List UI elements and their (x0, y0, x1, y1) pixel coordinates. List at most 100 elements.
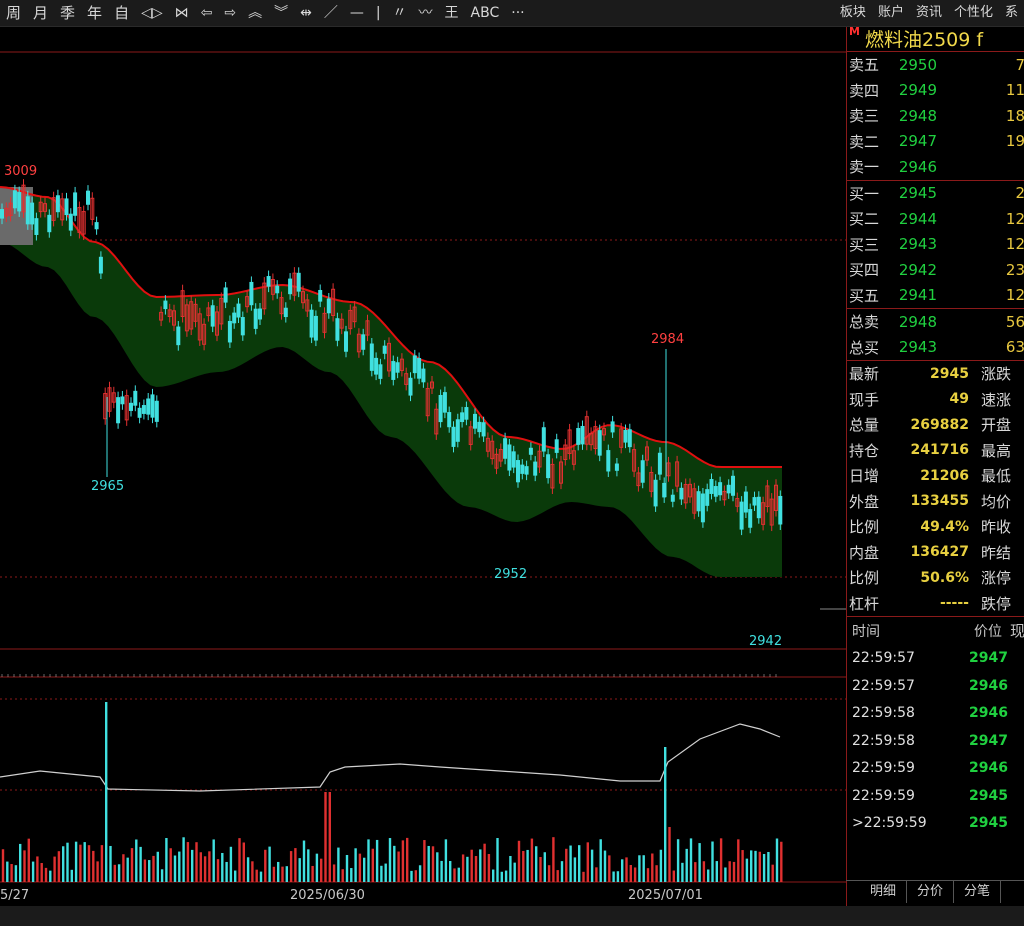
toolbar-item-1[interactable]: 月 (27, 0, 54, 26)
volume-bar (289, 851, 293, 882)
toolbar-item-3[interactable]: 年 (81, 0, 108, 26)
volume-bar (436, 852, 439, 882)
stat-value: ----- (939, 595, 969, 612)
book-volume: 23 (1005, 260, 1024, 279)
volume-bar (758, 851, 761, 882)
toolbar-item-6[interactable]: ⋈ (169, 0, 195, 26)
stat-value: 2945 (930, 365, 969, 382)
price-label-high: 3009 (4, 164, 37, 179)
menu-item-0[interactable]: 板块 (834, 0, 872, 26)
stat-label-right: 昨结 (981, 543, 1012, 562)
tab-0[interactable]: 明细 (846, 881, 908, 903)
price-label-low: 2965 (91, 479, 124, 494)
toolbar-item-2[interactable]: 季 (54, 0, 81, 26)
toolbar-item-4[interactable]: 自 (108, 0, 135, 26)
volume-bar (767, 851, 770, 882)
stat-value: 21206 (920, 467, 969, 484)
candle-body (73, 192, 78, 216)
candle-body (442, 392, 447, 413)
toolbar-item-5[interactable]: ◁▷ (135, 0, 169, 26)
volume-bar (139, 846, 142, 882)
toolbar-item-14[interactable]: | (370, 0, 387, 26)
stat-label-right: 最低 (981, 467, 1012, 486)
candle-body (597, 430, 602, 456)
toolbar-item-13[interactable]: — (344, 0, 370, 26)
toolbar-item-0[interactable]: 周 (0, 0, 27, 26)
toolbar-item-15[interactable]: 〃 (387, 0, 413, 26)
book-volume: 2 (1015, 184, 1024, 203)
candle-body (296, 272, 301, 292)
candle-body (756, 496, 761, 519)
toolbar-item-12[interactable]: ／ (318, 0, 344, 26)
toolbar-item-18[interactable]: ABC (465, 0, 506, 26)
candle-body (778, 495, 783, 525)
volume-bar (737, 839, 740, 882)
tick-price: 2947 (969, 732, 1008, 749)
candle-body (610, 421, 615, 433)
tab-2[interactable]: 分笔 (954, 881, 1002, 903)
menu-item-4[interactable]: 系 (999, 0, 1024, 26)
tick-price: 2946 (969, 760, 1008, 777)
volume-bar (603, 850, 607, 882)
volume-bar (625, 857, 628, 882)
candle-body (98, 256, 103, 274)
volume-bar (358, 853, 362, 882)
volume-bar (117, 864, 121, 882)
toolbar: 周月季年自 ◁▷ ⋈ ⇦ ⇨ ︽ ︾ ⇹ ／ — | 〃〰王 ABC ··· 板块 账户 资讯 个性化系 (0, 0, 1024, 27)
candle-body (391, 361, 396, 380)
chart-area[interactable]: 3009 2965 2984 2952 2942 5/27 2025/06/30 2025/0… (0, 27, 846, 907)
toolbar-item-10[interactable]: ︾ (268, 0, 294, 26)
tick-time: 22:59:58 (852, 705, 915, 722)
volume-bar (152, 855, 155, 882)
volume-bar (311, 865, 314, 882)
candle-body (283, 307, 288, 318)
tab-1[interactable]: 分价 (907, 881, 955, 903)
toolbar-item-16[interactable]: 〰 (413, 0, 439, 26)
book-volume: 12 (1005, 209, 1024, 228)
menu-item-1[interactable]: 账户 (872, 0, 910, 26)
toolbar-item-19[interactable]: ··· (505, 0, 530, 26)
volume-bar (492, 869, 495, 882)
panel-tabs: 明细 分价 分笔 (846, 880, 1024, 903)
toolbar-item-8[interactable]: ⇨ (218, 0, 242, 26)
toolbar-item-7[interactable]: ⇦ (195, 0, 219, 26)
candle-body (464, 407, 469, 420)
volume-bar (401, 840, 405, 882)
volume-bar (560, 861, 564, 882)
volume-bar (694, 862, 697, 882)
volume-bar (165, 838, 168, 882)
bid-book: 买一 2945 2 买二 2944 12 买三 2943 12 买四 2942 23 买五 2941 12 (847, 179, 1024, 309)
volume-bar (160, 869, 164, 882)
candle-body (473, 413, 477, 429)
volume-bar (578, 845, 581, 882)
volume-bar (6, 861, 9, 882)
candle-body (240, 317, 245, 336)
candle-body (670, 494, 675, 502)
volume-bar (255, 869, 258, 882)
volume-bar (530, 838, 534, 882)
menu-item-3[interactable]: 个性化 (948, 0, 999, 26)
book-price: 2947 (898, 132, 937, 151)
book-price: 2941 (898, 286, 937, 305)
volume-bar (711, 841, 714, 882)
candle-body (361, 334, 366, 350)
candle-body (511, 451, 516, 468)
book-price: 2948 (898, 312, 937, 331)
kline-chart[interactable]: 3009 2965 2984 2952 2942 5/27 2025/06/30 2025/0… (0, 27, 846, 907)
volume-bar (569, 845, 572, 882)
volume-bar (371, 848, 374, 882)
volume-bar (268, 846, 271, 882)
volume-bar (92, 850, 95, 882)
tick-header-price: 价位 (973, 623, 1002, 640)
candle-body (313, 315, 318, 341)
candle-body (657, 452, 662, 475)
toolbar-item-9[interactable]: ︽ (242, 0, 268, 26)
toolbar-item-11[interactable]: ⇹ (294, 0, 318, 26)
toolbar-item-17[interactable]: 王 (439, 0, 465, 26)
candle-body (524, 466, 529, 475)
book-label: 买一 (849, 184, 880, 203)
stat-row: 杠杆 ----- 跌停 (847, 591, 1024, 617)
book-volume: 56 (1005, 312, 1024, 331)
volume-bar (36, 856, 39, 882)
menu-item-2[interactable]: 资讯 (910, 0, 948, 26)
